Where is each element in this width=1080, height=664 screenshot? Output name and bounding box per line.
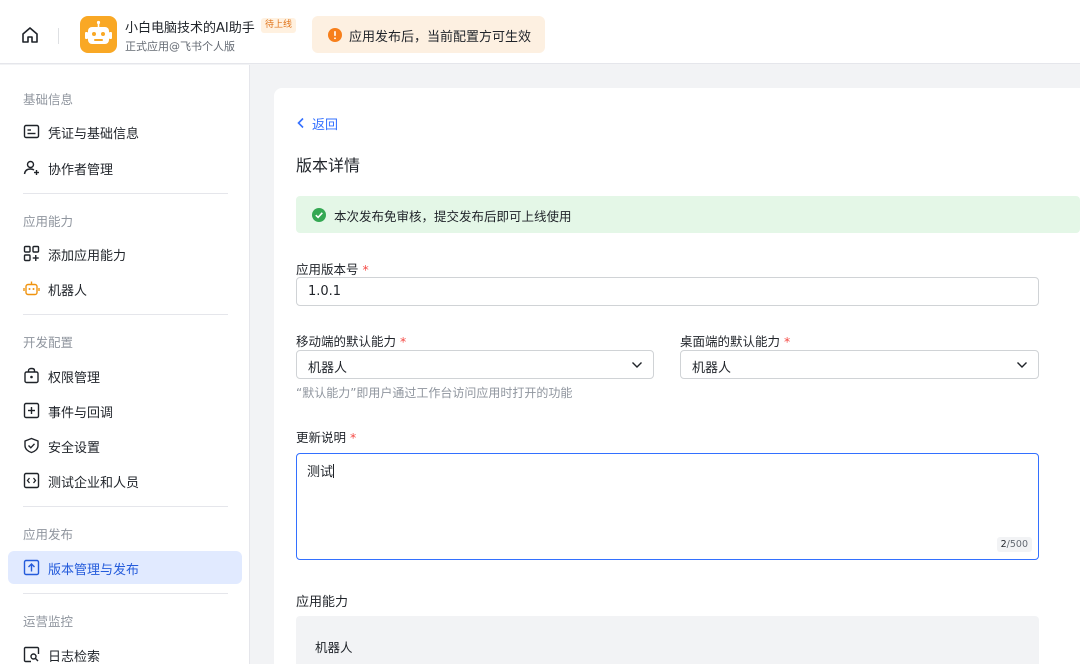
sidebar-item-security[interactable]: 安全设置 — [8, 429, 242, 462]
sidebar-item-label: 事件与回调 — [48, 406, 114, 421]
sidebar: 基础信息 凭证与基础信息 协作者管理 应用能力 添加应用能力 机器人 开发配置 … — [0, 65, 250, 664]
section-title-basic-info: 基础信息 — [23, 92, 74, 107]
sidebar-item-label: 安全设置 — [48, 441, 101, 456]
version-detail-panel: 返回 版本详情 本次发布免审核，提交发布后即可上线使用 应用版本号 * 1.0.1… — [274, 88, 1080, 664]
event-icon — [23, 402, 40, 419]
chevron-down-icon — [1017, 362, 1027, 368]
sidebar-item-robot[interactable]: 机器人 — [8, 272, 242, 305]
app-logo — [80, 16, 117, 53]
sidebar-item-permissions[interactable]: 权限管理 — [8, 359, 242, 392]
upload-icon — [23, 559, 40, 576]
code-icon — [23, 472, 40, 489]
success-text: 本次发布免审核，提交发布后即可上线使用 — [334, 209, 572, 224]
chevron-left-icon — [297, 117, 304, 129]
app-name: 小白电脑技术的AI助手 — [125, 21, 255, 36]
text-caret — [333, 464, 335, 478]
capability-item-robot: 机器人 — [315, 640, 353, 655]
desktop-default-select[interactable]: 机器人 — [680, 350, 1039, 379]
credential-icon — [23, 123, 40, 140]
sidebar-item-label: 协作者管理 — [48, 163, 114, 178]
capabilities-list: 机器人 — [296, 616, 1039, 664]
sidebar-item-log-search[interactable]: 日志检索 — [8, 638, 242, 664]
capabilities-title: 应用能力 — [296, 595, 349, 610]
update-notes-value: 测试 — [307, 464, 335, 480]
sidebar-item-add-capability[interactable]: 添加应用能力 — [8, 237, 242, 270]
version-input[interactable]: 1.0.1 — [296, 277, 1039, 306]
log-search-icon — [23, 646, 40, 663]
publish-notice: 应用发布后，当前配置方可生效 — [312, 16, 545, 53]
sidebar-item-credentials[interactable]: 凭证与基础信息 — [8, 115, 242, 148]
robot-icon — [23, 280, 40, 297]
sidebar-item-label: 凭证与基础信息 — [48, 127, 140, 142]
sidebar-item-test-users[interactable]: 测试企业和人员 — [8, 464, 242, 497]
back-label: 返回 — [312, 118, 339, 133]
section-title-capabilities: 应用能力 — [23, 214, 74, 229]
top-header: 小白电脑技术的AI助手 待上线 正式应用@飞书个人版 应用发布后，当前配置方可生… — [0, 0, 1080, 64]
version-label: 应用版本号 * — [296, 262, 369, 277]
sidebar-item-version-publish[interactable]: 版本管理与发布 — [8, 551, 242, 584]
sidebar-item-events[interactable]: 事件与回调 — [8, 394, 242, 427]
mobile-default-select[interactable]: 机器人 — [296, 350, 654, 379]
sidebar-item-label: 版本管理与发布 — [48, 563, 140, 578]
warning-icon — [328, 28, 342, 42]
sidebar-item-label: 机器人 — [48, 284, 88, 299]
page-title: 版本详情 — [296, 156, 361, 175]
update-notes-textarea[interactable]: 测试 2/500 — [296, 453, 1039, 560]
header-divider — [58, 28, 59, 44]
section-title-dev-config: 开发配置 — [23, 335, 74, 350]
success-alert: 本次发布免审核，提交发布后即可上线使用 — [296, 196, 1080, 233]
chevron-down-icon — [632, 362, 642, 368]
sidebar-divider — [23, 593, 228, 594]
back-link[interactable]: 返回 — [296, 114, 338, 133]
mobile-default-value: 机器人 — [308, 361, 348, 376]
lock-icon — [23, 367, 40, 384]
sidebar-divider — [23, 506, 228, 507]
update-notes-label: 更新说明 * — [296, 430, 357, 445]
default-capability-hint: “默认能力”即用户通过工作台访问应用时打开的功能 — [296, 386, 573, 400]
sidebar-item-label: 测试企业和人员 — [48, 476, 140, 491]
section-title-monitoring: 运营监控 — [23, 614, 74, 629]
section-title-publish: 应用发布 — [23, 527, 74, 542]
character-counter: 2/500 — [996, 537, 1032, 552]
home-icon[interactable] — [20, 25, 40, 45]
required-mark: * — [350, 430, 357, 445]
sidebar-item-label: 添加应用能力 — [48, 249, 127, 264]
required-mark: * — [784, 334, 791, 349]
desktop-default-label: 桌面端的默认能力 * — [680, 334, 791, 349]
version-value: 1.0.1 — [308, 284, 342, 299]
add-capability-icon — [23, 245, 40, 262]
add-user-icon — [23, 159, 40, 176]
sidebar-item-label: 日志检索 — [48, 650, 101, 664]
sidebar-item-label: 权限管理 — [48, 371, 101, 386]
mobile-default-label: 移动端的默认能力 * — [296, 334, 407, 349]
check-circle-icon — [312, 208, 326, 222]
required-mark: * — [400, 334, 407, 349]
required-mark: * — [362, 262, 369, 277]
desktop-default-value: 机器人 — [692, 361, 732, 376]
sidebar-divider — [23, 314, 228, 315]
notice-text: 应用发布后，当前配置方可生效 — [349, 30, 532, 45]
sidebar-divider — [23, 193, 228, 194]
app-subtitle: 正式应用@飞书个人版 — [125, 40, 235, 53]
status-badge: 待上线 — [261, 18, 297, 33]
sidebar-item-collaborators[interactable]: 协作者管理 — [8, 151, 242, 184]
shield-icon — [23, 437, 40, 454]
